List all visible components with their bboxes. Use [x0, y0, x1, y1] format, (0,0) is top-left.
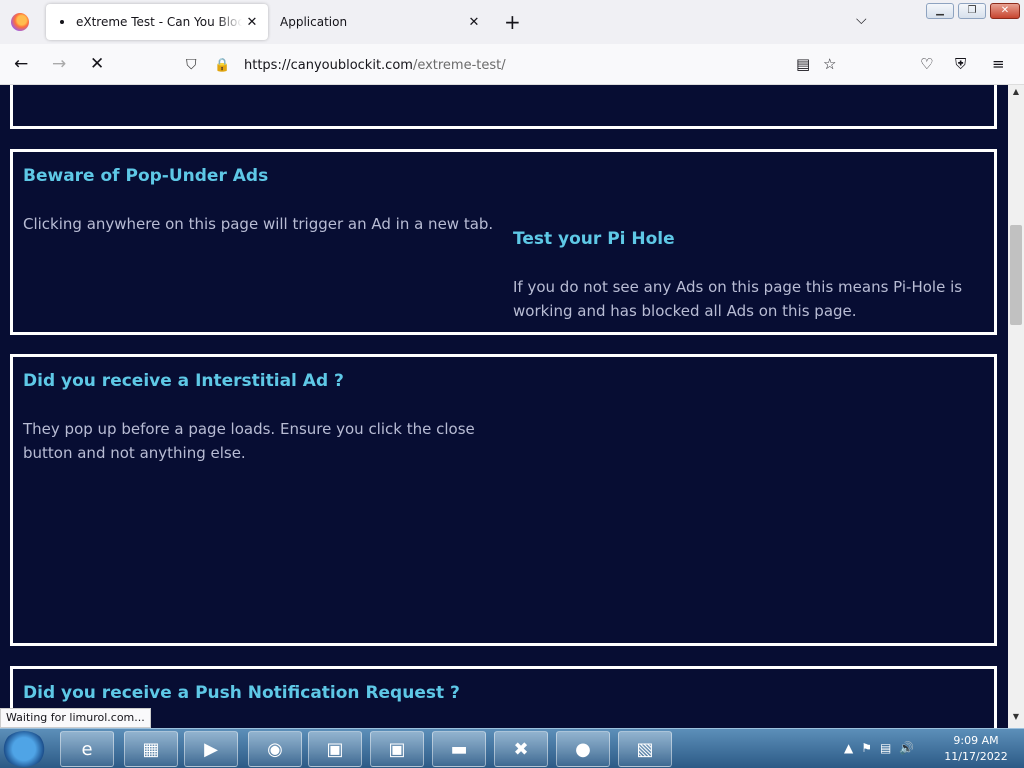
text-popunder: Clicking anywhere on this page will trig…: [23, 215, 494, 233]
forward-arrow-icon[interactable]: →: [52, 54, 66, 74]
heading-popunder: Beware of Pop-Under Ads: [23, 166, 269, 186]
text-interstitial: They pop up before a page loads. Ensure …: [23, 420, 475, 462]
firefox-menu-icon[interactable]: [11, 13, 29, 31]
scroll-down-arrow-icon[interactable]: ▼: [1008, 712, 1024, 726]
loading-indicator-icon: [60, 20, 64, 24]
status-panel: Waiting for limurol.com...: [0, 708, 151, 728]
toolbox-app-icon[interactable]: ▣: [308, 731, 362, 767]
show-hidden-icons-icon[interactable]: ▲: [844, 741, 853, 755]
error-app-icon[interactable]: ✖: [494, 731, 548, 767]
hamburger-menu-icon[interactable]: ≡: [992, 55, 1005, 73]
media-player-icon[interactable]: ▶: [184, 731, 238, 767]
list-all-tabs-icon[interactable]: ⌵: [856, 12, 867, 28]
pocket-icon[interactable]: ♡: [920, 55, 933, 73]
system-tray: ▲ ⚑ ▤ 🔊: [844, 741, 914, 755]
close-tab-icon[interactable]: ✕: [242, 15, 262, 30]
toolbox-app-icon-2[interactable]: ▣: [370, 731, 424, 767]
vertical-scrollbar[interactable]: ▲ ▼: [1008, 85, 1024, 728]
action-center-flag-icon[interactable]: ⚑: [861, 741, 872, 755]
network-monitor-icon[interactable]: ▧: [618, 731, 672, 767]
tab-extreme-test[interactable]: eXtreme Test - Can You Block It ✕: [46, 4, 268, 40]
text-pihole: If you do not see any Ads on this page t…: [513, 278, 963, 320]
url-path: /extreme-test/: [412, 57, 506, 73]
clock-date: 11/17/2022: [944, 750, 1008, 763]
url-host: https://canyoublockit.com: [244, 57, 413, 73]
card-top-partial: [10, 85, 997, 129]
network-icon[interactable]: ▤: [880, 741, 891, 755]
internet-explorer-icon[interactable]: e: [60, 731, 114, 767]
minimize-button[interactable]: ▁: [926, 3, 954, 19]
start-button[interactable]: [2, 731, 46, 767]
scroll-up-arrow-icon[interactable]: ▲: [1008, 87, 1024, 101]
taskbar: e ▦ ▶ ◉ ▣ ▣ ▬ ✖ ● ▧ ▲ ⚑ ▤ 🔊 9:09 AM 11/1…: [0, 728, 1024, 768]
heading-push: Did you receive a Push Notification Requ…: [23, 683, 460, 703]
stop-loading-icon[interactable]: ✕: [90, 54, 104, 74]
firefox-taskbar-icon[interactable]: ●: [556, 731, 610, 767]
navigation-toolbar: ← → ✕ ⛉ 🔒 https://canyoublockit.com/extr…: [0, 44, 1024, 85]
maximize-button[interactable]: ❐: [958, 3, 986, 19]
clock[interactable]: 9:09 AM 11/17/2022: [936, 733, 1016, 765]
clock-time: 9:09 AM: [953, 734, 999, 747]
page-viewport[interactable]: Beware of Pop-Under Ads Clicking anywher…: [0, 85, 1008, 728]
extension-icon[interactable]: ⛨: [955, 55, 966, 73]
reader-view-icon[interactable]: ▤: [796, 55, 810, 73]
tab-bar: eXtreme Test - Can You Block It ✕ Applic…: [0, 0, 1024, 44]
heading-pihole: Test your Pi Hole: [513, 229, 675, 249]
heading-interstitial: Did you receive a Interstitial Ad ?: [23, 371, 344, 391]
command-prompt-icon[interactable]: ▬: [432, 731, 486, 767]
card-popunder-pihole: Beware of Pop-Under Ads Clicking anywher…: [10, 149, 997, 335]
tab-title: Application: [280, 15, 348, 29]
url-text[interactable]: https://canyoublockit.com/extreme-test/: [244, 58, 506, 73]
url-bar[interactable]: ⛉ 🔒 https://canyoublockit.com/extreme-te…: [178, 50, 848, 80]
scrollbar-thumb[interactable]: [1010, 225, 1022, 325]
new-tab-button[interactable]: +: [504, 10, 521, 34]
file-explorer-icon[interactable]: ▦: [124, 731, 178, 767]
close-tab-icon[interactable]: ✕: [464, 15, 484, 30]
lock-icon[interactable]: 🔒: [214, 58, 230, 73]
card-push-notification: Did you receive a Push Notification Requ…: [10, 666, 997, 728]
bookmark-star-icon[interactable]: ☆: [823, 55, 836, 73]
tracking-protection-shield-icon[interactable]: ⛉: [186, 57, 202, 73]
tab-application[interactable]: Application ✕: [268, 4, 490, 40]
card-interstitial: Did you receive a Interstitial Ad ? They…: [10, 354, 997, 646]
chrome-icon[interactable]: ◉: [248, 731, 302, 767]
close-window-button[interactable]: ✕: [990, 3, 1020, 19]
volume-icon[interactable]: 🔊: [899, 741, 914, 755]
back-arrow-icon[interactable]: ←: [14, 54, 28, 74]
tab-title: eXtreme Test - Can You Block It: [76, 15, 242, 29]
